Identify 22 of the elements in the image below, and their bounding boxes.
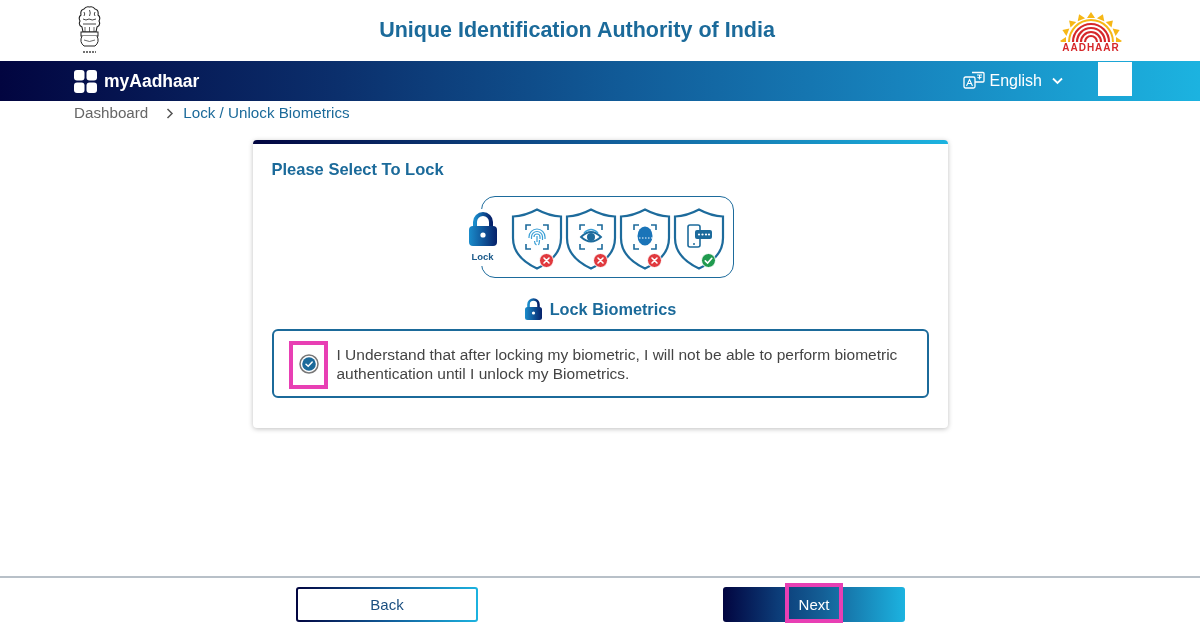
logo-wordmark: AADHAAR	[1062, 42, 1120, 53]
fingerprint-shield-icon	[510, 208, 563, 270]
language-selector[interactable]: English	[962, 71, 1063, 91]
consent-checkbox[interactable]	[298, 353, 319, 374]
card-title: Please Select To Lock	[271, 160, 444, 179]
chevron-right-icon	[166, 107, 175, 119]
phone-shield-icon	[672, 208, 725, 270]
back-button[interactable]: Back	[296, 587, 478, 622]
translate-icon	[962, 71, 985, 91]
chevron-down-icon	[1052, 77, 1063, 85]
grid-icon[interactable]	[74, 69, 97, 93]
lock-caption: Lock	[471, 250, 494, 262]
breadcrumb-link[interactable]: Lock / Unlock Biometrics	[183, 104, 350, 122]
site-title: Unique Identification Authority of India	[379, 18, 775, 43]
next-button[interactable]: Next	[723, 587, 905, 622]
face-shield-icon	[618, 208, 671, 270]
padlock-icon	[523, 298, 543, 320]
brand-name: myAadhaar	[104, 70, 200, 92]
consent-text: I Understand that after locking my biometric, I will not be able to perform biometric authentication until I unlock my Biometrics.	[336, 344, 899, 383]
section-title: Lock Biometrics	[549, 299, 677, 319]
eye-shield-icon	[564, 208, 617, 270]
breadcrumb-link[interactable]: Dashboard	[74, 104, 149, 122]
